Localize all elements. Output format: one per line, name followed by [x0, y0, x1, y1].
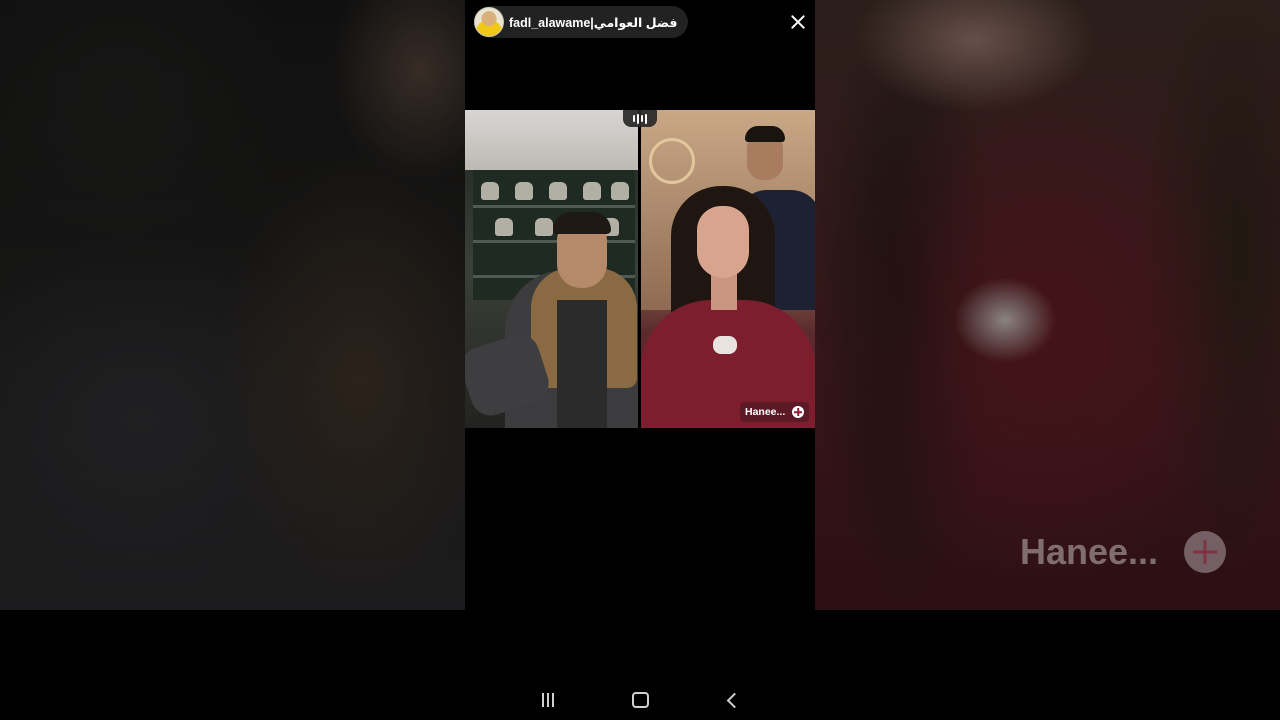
- host-profile-chip[interactable]: fadl_alawame|فضل العوامي: [474, 6, 689, 38]
- audio-bars-icon: [623, 110, 657, 127]
- plus-circle-icon[interactable]: [792, 406, 805, 418]
- close-icon[interactable]: [788, 12, 808, 32]
- back-icon[interactable]: [720, 688, 744, 712]
- blurred-plus-icon: [1184, 531, 1227, 573]
- recents-icon[interactable]: [536, 688, 560, 712]
- system-navigation-bar: [0, 610, 1280, 720]
- host-avatar[interactable]: [474, 7, 504, 37]
- live-stream-view: fadl_alawame|فضل العوامي Hanee...: [465, 0, 815, 610]
- blurred-host-backdrop: [0, 0, 465, 610]
- host-video-tile[interactable]: [465, 110, 638, 428]
- split-video-area: Hanee...: [465, 110, 815, 428]
- guest-video-tile[interactable]: [641, 110, 815, 428]
- blurred-guest-tag: Hanee...: [1020, 530, 1227, 574]
- home-icon[interactable]: [628, 688, 652, 712]
- guest-name-tag[interactable]: Hanee...: [740, 402, 810, 422]
- host-username[interactable]: fadl_alawame|فضل العوامي: [509, 15, 677, 30]
- split-divider: [638, 110, 641, 428]
- blurred-guest-backdrop: Hanee...: [815, 0, 1280, 610]
- live-viewer-screen: Hanee... fadl_alawame|فضل العوامي Hanee.…: [0, 0, 1280, 720]
- guest-username[interactable]: Hanee...: [745, 406, 785, 418]
- blurred-guest-name: Hanee...: [1020, 531, 1159, 572]
